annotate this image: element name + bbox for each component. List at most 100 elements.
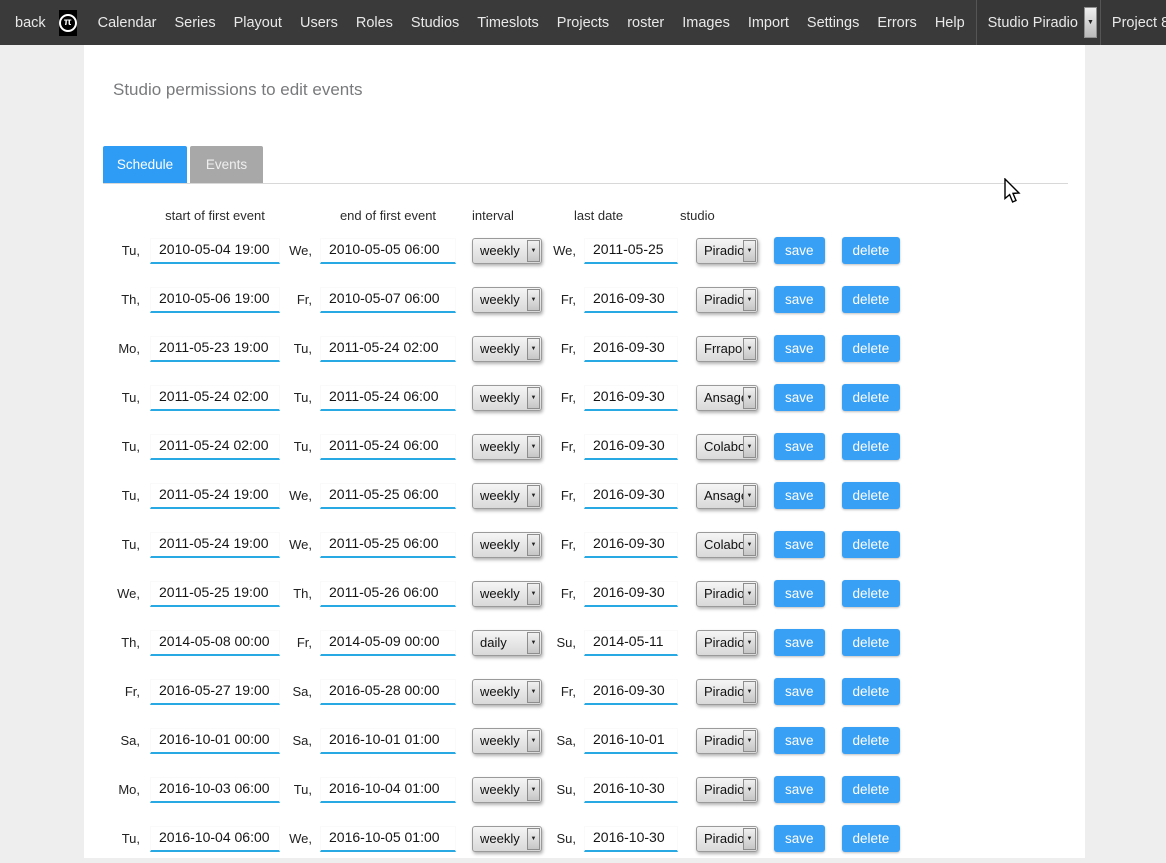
studio-select[interactable]: Piradio ▼ bbox=[696, 287, 758, 313]
interval-select[interactable]: weekly ▼ bbox=[472, 385, 542, 411]
end-datetime-input[interactable] bbox=[320, 385, 456, 411]
last-date-input[interactable] bbox=[584, 434, 678, 460]
nav-item-studios[interactable]: Studios bbox=[402, 15, 468, 31]
tab-schedule[interactable]: Schedule bbox=[103, 146, 187, 183]
interval-select[interactable]: weekly ▼ bbox=[472, 336, 542, 362]
nav-item-users[interactable]: Users bbox=[291, 15, 347, 31]
studio-select[interactable]: Piradio ▼ bbox=[696, 581, 758, 607]
nav-item-roles[interactable]: Roles bbox=[347, 15, 402, 31]
save-button[interactable]: save bbox=[774, 580, 825, 607]
last-date-input[interactable] bbox=[584, 679, 678, 705]
nav-item-calendar[interactable]: Calendar bbox=[89, 15, 166, 31]
interval-select[interactable]: weekly ▼ bbox=[472, 826, 542, 852]
last-date-input[interactable] bbox=[584, 581, 678, 607]
save-button[interactable]: save bbox=[774, 776, 825, 803]
delete-button[interactable]: delete bbox=[842, 678, 901, 705]
interval-select[interactable]: weekly ▼ bbox=[472, 679, 542, 705]
start-datetime-input[interactable] bbox=[150, 434, 280, 460]
last-date-input[interactable] bbox=[584, 532, 678, 558]
save-button[interactable]: save bbox=[774, 335, 825, 362]
save-button[interactable]: save bbox=[774, 629, 825, 656]
studio-select[interactable]: Colabo ▼ bbox=[696, 532, 758, 558]
delete-button[interactable]: delete bbox=[842, 482, 901, 509]
save-button[interactable]: save bbox=[774, 237, 825, 264]
start-datetime-input[interactable] bbox=[150, 287, 280, 313]
delete-button[interactable]: delete bbox=[842, 629, 901, 656]
nav-item-roster[interactable]: roster bbox=[618, 15, 673, 31]
end-datetime-input[interactable] bbox=[320, 581, 456, 607]
interval-select[interactable]: weekly ▼ bbox=[472, 532, 542, 558]
delete-button[interactable]: delete bbox=[842, 335, 901, 362]
save-button[interactable]: save bbox=[774, 727, 825, 754]
end-datetime-input[interactable] bbox=[320, 287, 456, 313]
end-datetime-input[interactable] bbox=[320, 238, 456, 264]
studio-select[interactable]: Piradio ▼ bbox=[696, 630, 758, 656]
last-date-input[interactable] bbox=[584, 728, 678, 754]
start-datetime-input[interactable] bbox=[150, 630, 280, 656]
start-datetime-input[interactable] bbox=[150, 581, 280, 607]
start-datetime-input[interactable] bbox=[150, 336, 280, 362]
nav-item-import[interactable]: Import bbox=[739, 15, 798, 31]
interval-select[interactable]: weekly ▼ bbox=[472, 483, 542, 509]
start-datetime-input[interactable] bbox=[150, 777, 280, 803]
end-datetime-input[interactable] bbox=[320, 728, 456, 754]
start-datetime-input[interactable] bbox=[150, 532, 280, 558]
start-datetime-input[interactable] bbox=[150, 679, 280, 705]
last-date-input[interactable] bbox=[584, 336, 678, 362]
start-datetime-input[interactable] bbox=[150, 483, 280, 509]
nav-item-help[interactable]: Help bbox=[926, 15, 974, 31]
end-datetime-input[interactable] bbox=[320, 483, 456, 509]
start-datetime-input[interactable] bbox=[150, 385, 280, 411]
delete-button[interactable]: delete bbox=[842, 727, 901, 754]
studio-select[interactable]: Frrapo ▼ bbox=[696, 336, 758, 362]
studio-select[interactable]: Piradio ▼ bbox=[696, 238, 758, 264]
studio-select[interactable]: Piradio ▼ bbox=[696, 777, 758, 803]
save-button[interactable]: save bbox=[774, 286, 825, 313]
interval-select[interactable]: weekly ▼ bbox=[472, 287, 542, 313]
interval-select[interactable]: weekly ▼ bbox=[472, 581, 542, 607]
save-button[interactable]: save bbox=[774, 825, 825, 852]
last-date-input[interactable] bbox=[584, 287, 678, 313]
studio-context-select[interactable]: Studio Piradio ▼ bbox=[976, 0, 1100, 45]
studio-select[interactable]: Ansage ▼ bbox=[696, 483, 758, 509]
nav-item-projects[interactable]: Projects bbox=[548, 15, 618, 31]
nav-item-playout[interactable]: Playout bbox=[225, 15, 291, 31]
save-button[interactable]: save bbox=[774, 678, 825, 705]
nav-item-settings[interactable]: Settings bbox=[798, 15, 868, 31]
end-datetime-input[interactable] bbox=[320, 826, 456, 852]
back-link[interactable]: back bbox=[15, 15, 46, 31]
nav-item-series[interactable]: Series bbox=[165, 15, 224, 31]
delete-button[interactable]: delete bbox=[842, 237, 901, 264]
save-button[interactable]: save bbox=[774, 433, 825, 460]
last-date-input[interactable] bbox=[584, 238, 678, 264]
delete-button[interactable]: delete bbox=[842, 384, 901, 411]
end-datetime-input[interactable] bbox=[320, 336, 456, 362]
studio-select[interactable]: Piradio ▼ bbox=[696, 826, 758, 852]
interval-select[interactable]: weekly ▼ bbox=[472, 728, 542, 754]
tab-events[interactable]: Events bbox=[190, 146, 263, 183]
end-datetime-input[interactable] bbox=[320, 532, 456, 558]
save-button[interactable]: save bbox=[774, 531, 825, 558]
end-datetime-input[interactable] bbox=[320, 679, 456, 705]
last-date-input[interactable] bbox=[584, 630, 678, 656]
last-date-input[interactable] bbox=[584, 385, 678, 411]
delete-button[interactable]: delete bbox=[842, 433, 901, 460]
start-datetime-input[interactable] bbox=[150, 826, 280, 852]
interval-select[interactable]: weekly ▼ bbox=[472, 238, 542, 264]
end-datetime-input[interactable] bbox=[320, 434, 456, 460]
delete-button[interactable]: delete bbox=[842, 580, 901, 607]
delete-button[interactable]: delete bbox=[842, 776, 901, 803]
save-button[interactable]: save bbox=[774, 384, 825, 411]
nav-item-timeslots[interactable]: Timeslots bbox=[468, 15, 548, 31]
studio-select[interactable]: Colabo ▼ bbox=[696, 434, 758, 460]
studio-select[interactable]: Piradio ▼ bbox=[696, 728, 758, 754]
interval-select[interactable]: weekly ▼ bbox=[472, 777, 542, 803]
start-datetime-input[interactable] bbox=[150, 728, 280, 754]
delete-button[interactable]: delete bbox=[842, 531, 901, 558]
nav-item-images[interactable]: Images bbox=[673, 15, 739, 31]
last-date-input[interactable] bbox=[584, 777, 678, 803]
interval-select[interactable]: weekly ▼ bbox=[472, 434, 542, 460]
delete-button[interactable]: delete bbox=[842, 286, 901, 313]
interval-select[interactable]: daily ▼ bbox=[472, 630, 542, 656]
studio-select[interactable]: Ansage ▼ bbox=[696, 385, 758, 411]
